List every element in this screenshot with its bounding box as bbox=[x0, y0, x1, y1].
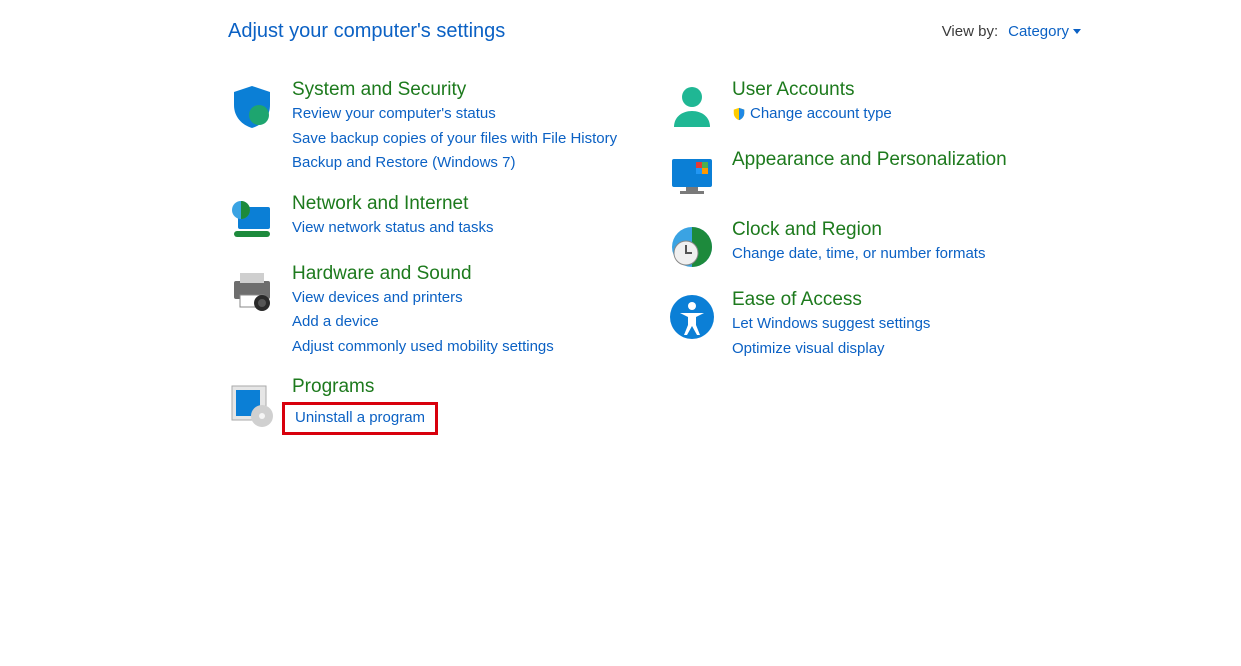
category-hardware-sound: Hardware and SoundView devices and print… bbox=[228, 263, 628, 359]
category-title-ease-of-access[interactable]: Ease of Access bbox=[732, 289, 930, 311]
link-text: Change account type bbox=[750, 103, 892, 126]
link-programs-0[interactable]: Uninstall a program bbox=[295, 407, 425, 430]
link-hardware-sound-1[interactable]: Add a device bbox=[292, 311, 554, 334]
category-user-accounts: User AccountsChange account type bbox=[668, 79, 1068, 131]
printer-icon bbox=[228, 267, 276, 315]
link-ease-of-access-1[interactable]: Optimize visual display bbox=[732, 338, 930, 361]
category-title-programs[interactable]: Programs bbox=[292, 376, 438, 398]
view-by-dropdown[interactable]: Category bbox=[1008, 23, 1081, 40]
category-title-network-internet[interactable]: Network and Internet bbox=[292, 193, 494, 215]
category-appearance: Appearance and Personalization bbox=[668, 149, 1068, 201]
category-title-system-security[interactable]: System and Security bbox=[292, 79, 617, 101]
view-by-control: View by: Category bbox=[942, 23, 1081, 40]
link-hardware-sound-2[interactable]: Adjust commonly used mobility settings bbox=[292, 336, 554, 359]
link-system-security-0[interactable]: Review your computer's status bbox=[292, 103, 617, 126]
appearance-icon bbox=[668, 153, 716, 201]
link-ease-of-access-0[interactable]: Let Windows suggest settings bbox=[732, 313, 930, 336]
view-by-label: View by: bbox=[942, 23, 998, 40]
link-network-internet-0[interactable]: View network status and tasks bbox=[292, 217, 494, 240]
category-title-clock-region[interactable]: Clock and Region bbox=[732, 219, 985, 241]
link-clock-region-0[interactable]: Change date, time, or number formats bbox=[732, 243, 985, 266]
category-programs: Programs Uninstall a program bbox=[228, 376, 628, 435]
view-by-value: Category bbox=[1008, 23, 1069, 40]
ease-icon bbox=[668, 293, 716, 341]
link-user-accounts-0[interactable]: Change account type bbox=[732, 103, 892, 126]
highlight-box: Uninstall a program bbox=[282, 402, 438, 435]
link-system-security-2[interactable]: Backup and Restore (Windows 7) bbox=[292, 152, 617, 175]
category-network-internet: Network and InternetView network status … bbox=[228, 193, 628, 245]
category-title-user-accounts[interactable]: User Accounts bbox=[732, 79, 892, 101]
category-title-appearance[interactable]: Appearance and Personalization bbox=[732, 149, 1007, 171]
uac-shield-icon bbox=[732, 107, 746, 121]
link-hardware-sound-0[interactable]: View devices and printers bbox=[292, 287, 554, 310]
shield-icon bbox=[228, 83, 276, 131]
category-ease-of-access: Ease of AccessLet Windows suggest settin… bbox=[668, 289, 1068, 360]
network-icon bbox=[228, 197, 276, 245]
programs-icon bbox=[228, 380, 276, 428]
user-icon bbox=[668, 83, 716, 131]
link-system-security-1[interactable]: Save backup copies of your files with Fi… bbox=[292, 128, 617, 151]
category-system-security: System and SecurityReview your computer'… bbox=[228, 79, 628, 175]
page-title: Adjust your computer's settings bbox=[228, 20, 505, 43]
clock-icon bbox=[668, 223, 716, 271]
category-clock-region: Clock and RegionChange date, time, or nu… bbox=[668, 219, 1068, 271]
category-title-hardware-sound[interactable]: Hardware and Sound bbox=[292, 263, 554, 285]
chevron-down-icon bbox=[1073, 29, 1081, 34]
